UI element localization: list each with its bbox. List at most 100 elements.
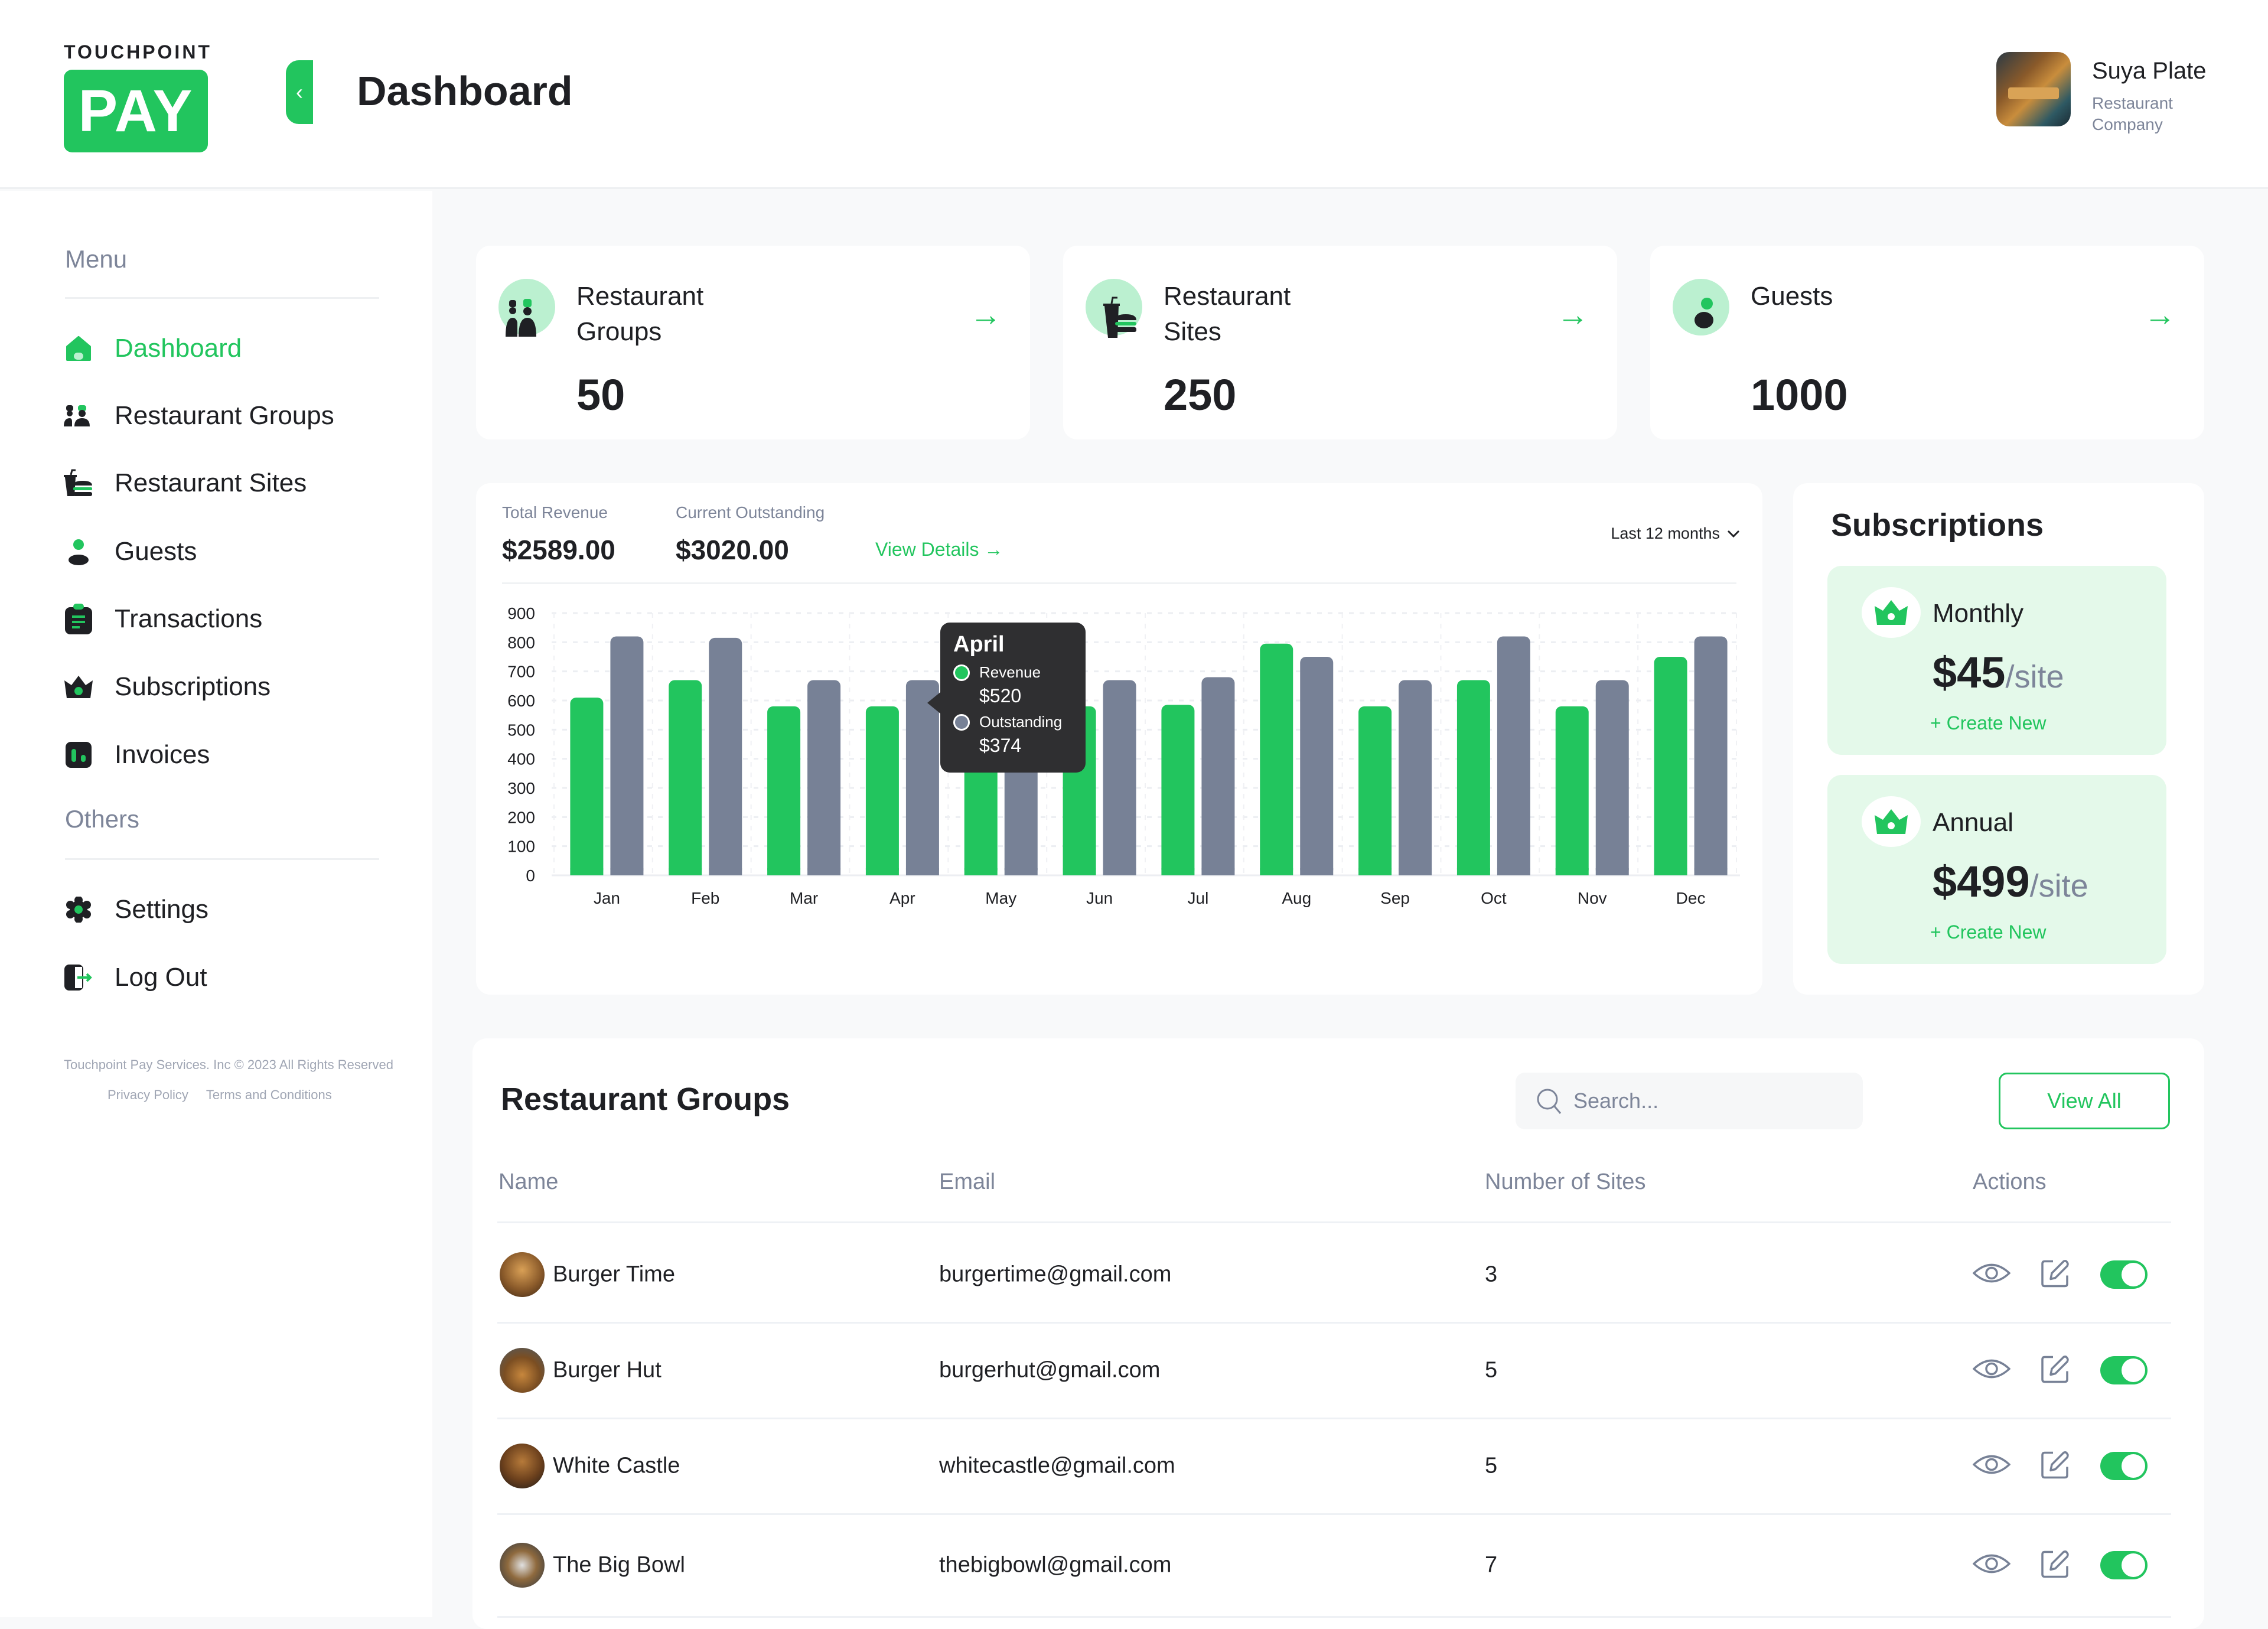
user-icon — [1673, 279, 1729, 335]
table-row: Burger Time burgertime@gmail.com 3 — [472, 1227, 2204, 1324]
x-tick-label: Sep — [1380, 889, 1410, 907]
bar-revenue — [865, 706, 899, 875]
profile-subtitle: Restaurant Company — [2092, 94, 2173, 133]
sidebar-item-transactions[interactable]: Transactions — [64, 598, 262, 640]
search-field[interactable] — [1516, 1073, 1863, 1129]
sidebar-item-label: Guests — [115, 537, 197, 566]
plan-price-unit: /site — [2005, 659, 2064, 695]
y-tick-label: 700 — [507, 663, 535, 681]
y-tick-label: 200 — [507, 808, 535, 826]
status-toggle[interactable] — [2100, 1551, 2148, 1579]
arrow-right-icon[interactable]: → — [1557, 297, 1589, 333]
edit-button[interactable] — [2040, 1549, 2071, 1582]
bar-revenue — [1358, 706, 1392, 875]
bar-base-outstanding — [1103, 868, 1136, 875]
bar-base-outstanding — [1300, 868, 1334, 875]
bar-revenue — [1654, 657, 1687, 875]
bar-base-outstanding — [1399, 868, 1432, 875]
edit-icon — [2041, 1356, 2069, 1383]
terms-link[interactable]: Terms and Conditions — [206, 1087, 332, 1103]
eye-icon — [1972, 1263, 2011, 1283]
bar-revenue — [767, 706, 801, 875]
row-divider — [497, 1513, 2171, 1515]
sidebar-item-settings[interactable]: Settings — [64, 889, 208, 930]
stat-card-restaurant-sites[interactable]: Restaurant Sites → 250 — [1063, 246, 1617, 439]
status-toggle[interactable] — [2100, 1452, 2148, 1480]
view-button[interactable] — [1972, 1551, 2011, 1580]
sidebar-item-label: Transactions — [115, 604, 263, 633]
plan-price-amount: $45 — [1933, 648, 2006, 697]
sidebar-collapse-button[interactable]: ‹ — [286, 60, 313, 124]
status-toggle[interactable] — [2100, 1356, 2148, 1384]
stat-value: 50 — [576, 370, 625, 419]
view-button[interactable] — [1972, 1260, 2011, 1289]
row-name: White Castle — [553, 1453, 680, 1478]
arrow-right-icon[interactable]: → — [2144, 297, 2176, 333]
edit-button[interactable] — [2040, 1258, 2071, 1292]
y-tick-label: 600 — [507, 692, 535, 710]
status-toggle[interactable] — [2100, 1260, 2148, 1289]
others-section-label: Others — [65, 805, 140, 833]
sidebar-item-label: Restaurant Groups — [115, 401, 334, 430]
sidebar-item-invoices[interactable]: Invoices — [64, 734, 210, 776]
create-new-monthly-button[interactable]: + Create New — [1930, 712, 2047, 734]
user-icon — [64, 537, 93, 566]
row-sites: 5 — [1485, 1453, 1498, 1478]
revenue-bar-chart: 0 100 200 300 400 500 600 700 800 900 Jan Feb Mar Apr… — [507, 604, 1740, 907]
create-new-annual-button[interactable]: + Create New — [1930, 921, 2047, 943]
x-tick-label: May — [985, 889, 1016, 907]
search-input[interactable] — [1573, 1089, 1833, 1113]
row-email: whitecastle@gmail.com — [939, 1453, 1175, 1478]
clipboard-icon — [64, 604, 93, 634]
sidebar-item-label: Settings — [115, 895, 208, 924]
stat-card-guests[interactable]: Guests → 1000 — [1650, 246, 2204, 439]
plan-card-monthly: Monthly $45/site + Create New — [1827, 566, 2166, 755]
bar-base-revenue — [865, 868, 899, 875]
crown-icon — [64, 672, 93, 702]
arrow-right-icon[interactable]: → — [970, 297, 1002, 333]
view-button[interactable] — [1972, 1452, 2011, 1481]
sidebar-item-restaurant-groups[interactable]: Restaurant Groups — [64, 395, 334, 436]
row-avatar — [500, 1348, 545, 1393]
sidebar-item-dashboard[interactable]: Dashboard — [64, 328, 242, 369]
crown-icon — [1862, 796, 1921, 847]
plan-name: Monthly — [1933, 599, 2024, 628]
edit-button[interactable] — [2040, 1354, 2071, 1387]
fastfood-icon — [64, 468, 93, 498]
edit-icon — [2041, 1550, 2069, 1578]
column-header-actions: Actions — [1973, 1169, 2047, 1194]
sidebar-item-logout[interactable]: Log Out — [64, 957, 207, 998]
row-sites: 7 — [1485, 1552, 1498, 1578]
plan-price-amount: $499 — [1933, 857, 2030, 906]
view-all-button[interactable]: View All — [1999, 1073, 2170, 1129]
bar-revenue — [1456, 680, 1490, 875]
tooltip-outstanding-label: Outstanding — [979, 713, 1063, 731]
tooltip-revenue-label: Revenue — [979, 663, 1041, 681]
row-email: burgerhut@gmail.com — [939, 1357, 1161, 1383]
sidebar-item-guests[interactable]: Guests — [64, 531, 197, 572]
bar-base-revenue — [1260, 868, 1293, 875]
bar-revenue — [570, 698, 604, 875]
gear-icon — [64, 895, 93, 924]
bar-base-revenue — [964, 868, 998, 875]
bar-base-outstanding — [709, 868, 742, 875]
bar-base-outstanding — [1497, 868, 1530, 875]
row-email: burgertime@gmail.com — [939, 1262, 1172, 1287]
row-name: Burger Hut — [553, 1357, 662, 1383]
revenue-chart-card: Total Revenue $2589.00 Current Outstandi… — [476, 483, 1762, 995]
x-tick-label: Jun — [1086, 889, 1113, 907]
sidebar-item-subscriptions[interactable]: Subscriptions — [64, 666, 271, 708]
sidebar-item-restaurant-sites[interactable]: Restaurant Sites — [64, 462, 307, 504]
edit-icon — [2041, 1260, 2069, 1288]
plan-name: Annual — [1933, 808, 2014, 837]
profile-name: Suya Plate — [2092, 58, 2207, 84]
stat-card-restaurant-groups[interactable]: Restaurant Groups → 50 — [476, 246, 1030, 439]
edit-button[interactable] — [2040, 1449, 2071, 1483]
plan-price-unit: /site — [2029, 868, 2088, 904]
privacy-policy-link[interactable]: Privacy Policy — [107, 1087, 188, 1103]
subscriptions-title: Subscriptions — [1831, 507, 2044, 543]
bar-outstanding — [1300, 657, 1334, 875]
header-divider — [497, 1221, 2171, 1223]
profile-menu[interactable]: Suya Plate Restaurant Company — [1996, 52, 2206, 135]
view-button[interactable] — [1972, 1356, 2011, 1385]
